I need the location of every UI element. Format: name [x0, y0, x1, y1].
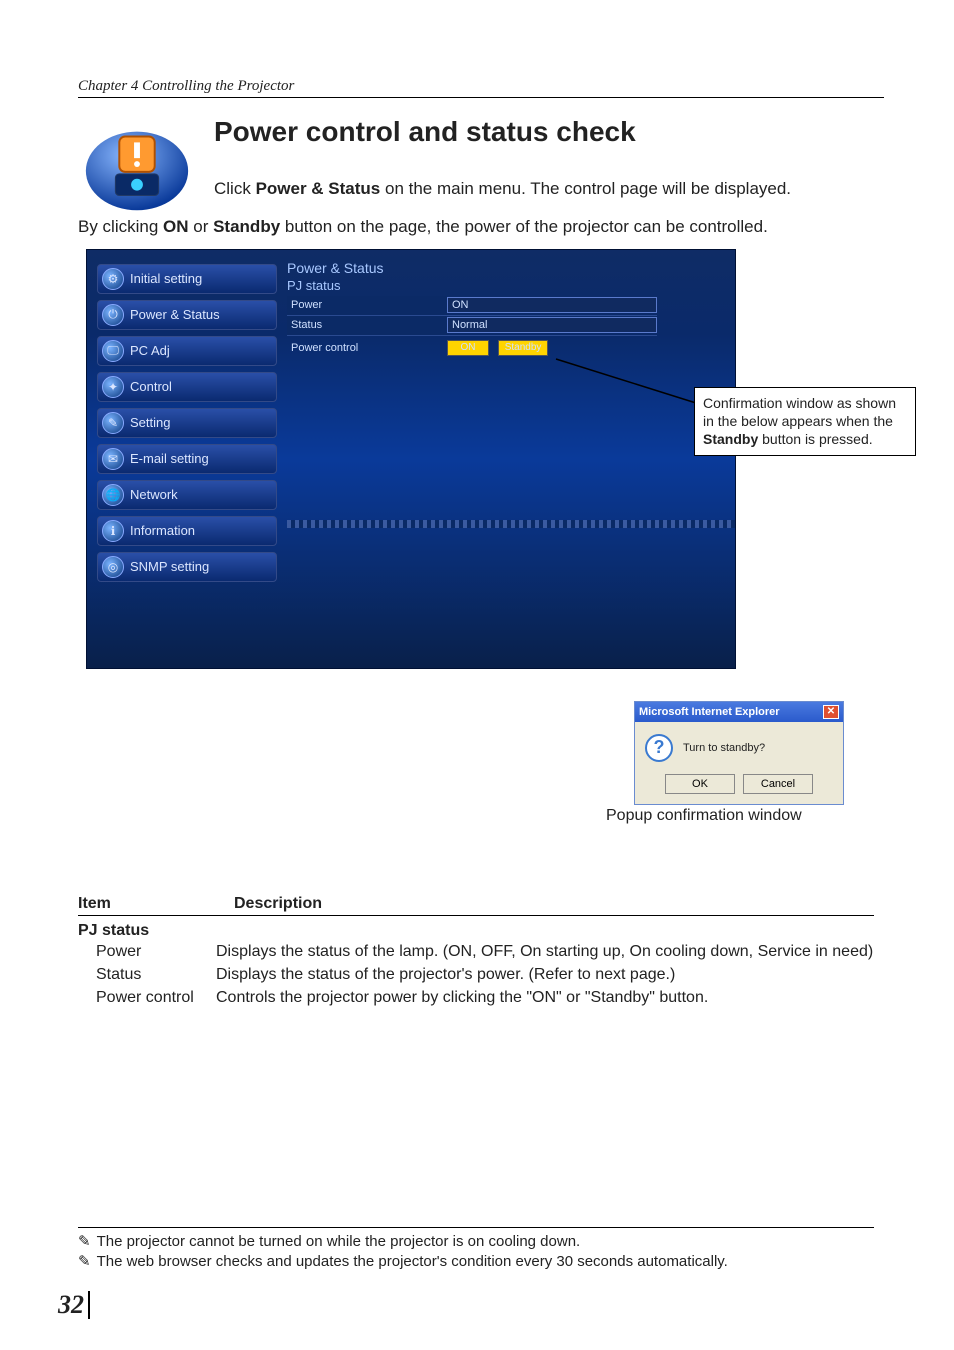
monitor-icon: 🖵	[102, 340, 124, 362]
sidebar-item-control[interactable]: ✦ Control	[97, 372, 277, 402]
term: Power control	[78, 988, 216, 1009]
panel-heading: Power & Status	[287, 260, 384, 276]
sidebar-item-label: Setting	[130, 415, 170, 430]
gear-icon: ⚙	[102, 268, 124, 290]
sidebar-item-label: E-mail setting	[130, 451, 209, 466]
term: Power	[78, 942, 216, 963]
pencil-icon: ✎	[78, 1232, 91, 1252]
sidebar-item-email[interactable]: ✉ E-mail setting	[97, 444, 277, 474]
page-number: 32	[58, 1290, 90, 1320]
sidebar-item-snmp[interactable]: ◎ SNMP setting	[97, 552, 277, 582]
chip-icon: ◎	[102, 556, 124, 578]
dialog-body: ? Turn to standby?	[635, 722, 843, 774]
dialog-title: Microsoft Internet Explorer	[639, 706, 780, 718]
intro-paragraph-2: By clicking ON or Standby button on the …	[78, 216, 884, 239]
wrench-icon: ✎	[102, 412, 124, 434]
intro-row: Power control and status check Click Pow…	[78, 116, 884, 216]
sidebar-item-label: SNMP setting	[130, 559, 209, 574]
sidebar-item-power-status[interactable]: ⏻ Power & Status	[97, 300, 277, 330]
standby-button[interactable]: Standby	[498, 340, 548, 356]
col-description: Description	[234, 895, 322, 913]
ok-button[interactable]: OK	[665, 774, 735, 794]
cancel-button[interactable]: Cancel	[743, 774, 813, 794]
description: Displays the status of the lamp. (ON, OF…	[216, 942, 874, 963]
text: button on the page, the power of the pro…	[280, 217, 768, 236]
question-icon: ?	[645, 734, 673, 762]
info-icon: ℹ	[102, 520, 124, 542]
screenshot-area: ⚙ Initial setting ⏻ Power & Status 🖵 PC Adj…	[78, 249, 884, 679]
row-value: Normal	[447, 317, 657, 333]
table-row: Status Displays the status of the projec…	[78, 965, 874, 986]
table-header: Item Description	[78, 895, 874, 916]
sidebar-item-label: Initial setting	[130, 271, 202, 286]
callout-bold: Standby	[703, 431, 758, 447]
footnote-text: The web browser checks and updates the p…	[97, 1252, 728, 1272]
description: Controls the projector power by clicking…	[216, 988, 874, 1009]
dialog-titlebar: Microsoft Internet Explorer ✕	[635, 702, 843, 722]
sidebar-item-label: Control	[130, 379, 172, 394]
globe-icon: 🌐	[102, 484, 124, 506]
intro-paragraph-1: Click Power & Status on the main menu. T…	[214, 178, 884, 201]
text-bold: Power & Status	[256, 179, 381, 198]
sidebar-item-setting[interactable]: ✎ Setting	[97, 408, 277, 438]
row-power: Power ON	[287, 296, 657, 316]
table-row: Power control Controls the projector pow…	[78, 988, 874, 1009]
close-icon[interactable]: ✕	[823, 705, 839, 719]
dialog-message: Turn to standby?	[683, 742, 765, 754]
description: Displays the status of the projector's p…	[216, 965, 874, 986]
confirmation-dialog: Microsoft Internet Explorer ✕ ? Turn to …	[634, 701, 844, 805]
footnote-text: The projector cannot be turned on while …	[97, 1232, 581, 1252]
panel-subheading: PJ status	[287, 278, 340, 293]
text: on the main menu. The control page will …	[380, 179, 791, 198]
sliders-icon: ✦	[102, 376, 124, 398]
row-group-header: PJ status	[78, 922, 874, 940]
text-bold: Standby	[213, 217, 280, 236]
footnotes: ✎ The projector cannot be turned on while…	[78, 1227, 874, 1273]
sidebar-item-network[interactable]: 🌐 Network	[97, 480, 277, 510]
sidebar-item-label: Network	[130, 487, 178, 502]
mail-icon: ✉	[102, 448, 124, 470]
row-value: ON	[447, 297, 657, 313]
divider	[78, 1227, 874, 1228]
sidebar-item-label: Power & Status	[130, 307, 220, 322]
sidebar-item-pc-adj[interactable]: 🖵 PC Adj	[97, 336, 277, 366]
text: Click	[214, 179, 256, 198]
power-icon: ⏻	[102, 304, 124, 326]
row-power-control: Power control ON Standby	[287, 336, 657, 360]
text-bold: ON	[163, 217, 189, 236]
sidebar-item-label: PC Adj	[130, 343, 170, 358]
row-label: Status	[287, 316, 447, 335]
decorative-band	[287, 520, 736, 528]
footnote: ✎ The projector cannot be turned on while…	[78, 1232, 874, 1252]
sidebar: ⚙ Initial setting ⏻ Power & Status 🖵 PC Adj…	[97, 264, 277, 588]
row-label: Power	[287, 296, 447, 315]
pencil-icon: ✎	[78, 1252, 91, 1272]
callout-text: button is pressed.	[758, 431, 872, 447]
projector-web-ui: ⚙ Initial setting ⏻ Power & Status 🖵 PC Adj…	[86, 249, 736, 669]
sidebar-item-initial-setting[interactable]: ⚙ Initial setting	[97, 264, 277, 294]
sidebar-item-label: Information	[130, 523, 195, 538]
sidebar-item-information[interactable]: ℹ Information	[97, 516, 277, 546]
popup-caption: Popup confirmation window	[606, 807, 802, 825]
callout-box: Confirmation window as shown in the belo…	[694, 387, 916, 456]
section-icon	[78, 116, 196, 216]
status-table: Power ON Status Normal Power control ON …	[287, 296, 657, 360]
text: or	[189, 217, 214, 236]
chapter-header: Chapter 4 Controlling the Projector	[78, 78, 884, 98]
text: By clicking	[78, 217, 163, 236]
on-button[interactable]: ON	[447, 340, 489, 356]
term: Status	[78, 965, 216, 986]
callout-text: Confirmation window as shown in the belo…	[703, 395, 896, 429]
footnote: ✎ The web browser checks and updates the …	[78, 1252, 874, 1272]
col-item: Item	[78, 895, 234, 913]
row-status: Status Normal	[287, 316, 657, 336]
row-label: Power control	[287, 342, 447, 354]
description-table: Item Description PJ status Power Display…	[78, 895, 874, 1008]
page-title: Power control and status check	[214, 116, 884, 148]
table-row: Power Displays the status of the lamp. (…	[78, 942, 874, 963]
dialog-buttons: OK Cancel	[635, 774, 843, 804]
